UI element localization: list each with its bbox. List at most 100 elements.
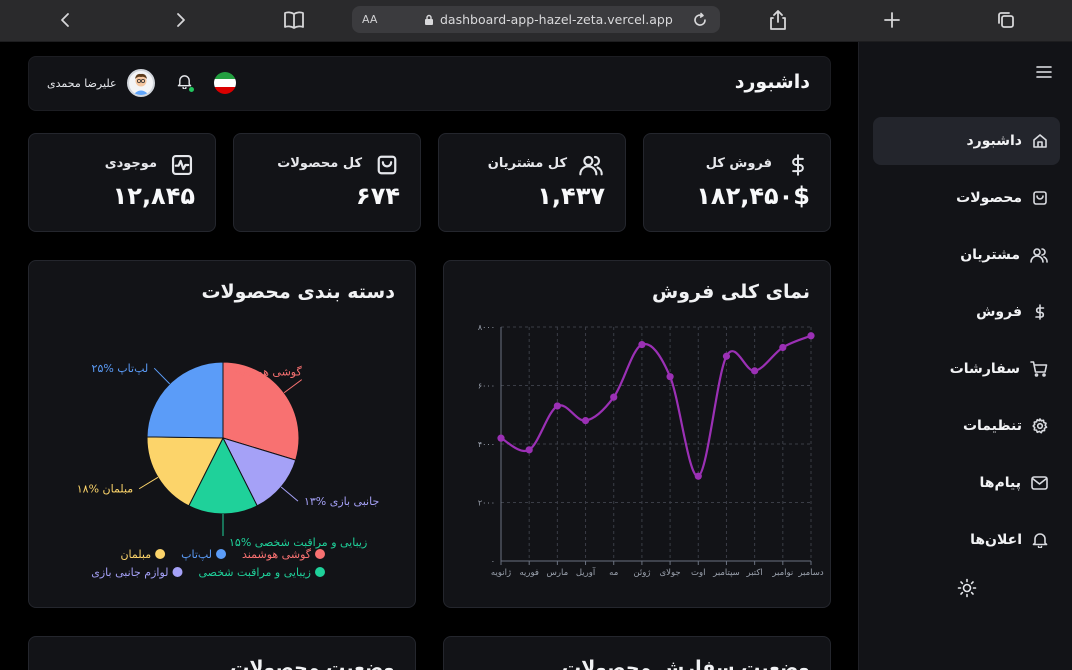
top-header: داشبورد علیرضا محمدی xyxy=(28,56,831,111)
stat-label: کل مشتریان xyxy=(487,156,567,171)
legend-swatch xyxy=(315,549,325,559)
data-point[interactable] xyxy=(666,373,674,381)
new-tab-button[interactable] xyxy=(878,8,906,32)
sidebar-item-settings[interactable]: تنظیمات xyxy=(873,402,1060,450)
legend-label[interactable]: گوشی هوشمند xyxy=(242,548,312,561)
reader-button[interactable] xyxy=(280,8,308,32)
stat-value: ۱,۴۳۷ xyxy=(537,182,605,210)
page-title: داشبورد xyxy=(734,71,810,93)
data-point[interactable] xyxy=(807,332,815,340)
data-point[interactable] xyxy=(610,393,618,401)
legend-swatch xyxy=(172,567,183,577)
x-tick-label: ژانویه xyxy=(491,568,511,578)
sales-overview-panel: نمای کلی فروش ۰ ۲۰۰۰ ۴۰۰۰ ۶۰۰۰ ۸۰۰۰ ژانویه فور… xyxy=(443,260,831,608)
data-point[interactable] xyxy=(722,352,731,360)
legend-label[interactable]: لپ‌تاپ xyxy=(181,548,212,561)
sidebar: داشبورد محصولات مشتریان فروش سفارشات تنظ… xyxy=(858,42,1072,670)
text-size-button[interactable]: AA xyxy=(362,13,390,26)
sidebar-item-customers[interactable]: مشتریان xyxy=(873,231,1060,279)
series-line xyxy=(500,334,812,478)
x-tick-label: مه xyxy=(609,568,618,578)
data-point[interactable] xyxy=(581,417,590,425)
address-bar[interactable]: AA dashboard-app-hazel-zeta.vercel.app xyxy=(352,6,720,33)
forward-button[interactable] xyxy=(166,8,194,32)
reload-icon[interactable] xyxy=(690,12,710,28)
legend-swatch xyxy=(216,549,227,559)
browser-toolbar: AA dashboard-app-hazel-zeta.vercel.app xyxy=(0,0,1072,42)
slice-label: جانبی بازی %۱۳ xyxy=(304,495,379,508)
sidebar-item-label: محصولات xyxy=(956,190,1022,206)
stat-value: ۱۲,۸۴۵ xyxy=(112,182,195,210)
back-button[interactable] xyxy=(52,8,80,32)
tabs-icon xyxy=(998,12,1014,28)
sidebar-item-notifications[interactable]: اعلان‌ها xyxy=(873,516,1060,564)
sidebar-item-label: داشبورد xyxy=(966,133,1023,149)
slice-label-leader xyxy=(153,367,171,385)
user-area: علیرضا محمدی xyxy=(47,69,236,97)
panel-title: وضعیت سفارش محصولات xyxy=(562,657,810,670)
sidebar-item-label: اعلان‌ها xyxy=(970,532,1022,548)
slice-label-leader xyxy=(280,486,299,502)
stat-value: ۱۸۲,۴۵۰$ xyxy=(696,182,810,210)
slice-label: لپ‌تاپ %۲۵ xyxy=(92,362,149,375)
x-tick-label: اکتبر xyxy=(746,568,763,578)
stat-card-inventory: موجودی ۱۲,۸۴۵ xyxy=(28,133,216,232)
dollar-icon xyxy=(1035,304,1045,320)
sidebar-item-label: تنظیمات xyxy=(962,418,1022,434)
users-icon xyxy=(1030,248,1048,263)
lock-icon xyxy=(422,14,436,26)
product-status-panel: وضعیت محصولات xyxy=(28,636,416,670)
home-icon xyxy=(1033,134,1047,148)
cart-icon xyxy=(1030,361,1048,377)
user-name[interactable]: علیرضا محمدی xyxy=(47,77,117,90)
data-point[interactable] xyxy=(638,340,646,349)
legend-swatch xyxy=(315,567,325,577)
bell-icon xyxy=(1032,533,1048,548)
avatar[interactable] xyxy=(126,69,155,97)
x-tick-label: اوت xyxy=(691,568,705,578)
sidebar-item-dashboard[interactable]: داشبورد xyxy=(873,117,1060,165)
chevron-right-icon xyxy=(177,13,185,27)
data-point[interactable] xyxy=(694,472,702,480)
notifications-button[interactable] xyxy=(177,74,194,93)
sun-icon xyxy=(957,578,977,598)
panel-title: وضعیت محصولات xyxy=(230,657,395,670)
stat-card-total-products: کل محصولات ۶۷۴ xyxy=(233,133,421,232)
sidebar-item-label: مشتریان xyxy=(960,247,1020,263)
language-flag-button[interactable] xyxy=(213,72,236,94)
y-tick-label: ۸۰۰۰ xyxy=(478,323,495,332)
stat-card-total-customers: کل مشتریان ۱,۴۳۷ xyxy=(438,133,626,232)
notification-dot xyxy=(188,86,194,92)
y-tick-label: ۲۰۰۰ xyxy=(478,499,495,508)
legend-label[interactable]: لوازم جانبی بازی xyxy=(91,566,168,579)
data-point[interactable] xyxy=(497,434,505,442)
plus-icon xyxy=(884,12,900,28)
legend-swatch xyxy=(155,549,166,559)
sidebar-item-messages[interactable]: پیام‌ها xyxy=(873,459,1060,507)
legend-label[interactable]: مبلمان xyxy=(120,548,151,561)
legend-label[interactable]: زیبایی و مراقبت شخصی xyxy=(199,566,312,579)
sidebar-item-sales[interactable]: فروش xyxy=(873,288,1060,336)
data-point[interactable] xyxy=(553,402,561,410)
tabs-button[interactable] xyxy=(992,8,1020,32)
sidebar-item-label: پیام‌ها xyxy=(979,475,1021,491)
data-point[interactable] xyxy=(525,446,533,454)
sidebar-item-orders[interactable]: سفارشات xyxy=(873,345,1060,393)
activity-icon xyxy=(171,154,193,180)
data-point[interactable] xyxy=(751,367,759,375)
share-button[interactable] xyxy=(764,8,792,32)
x-tick-label: ژوئن xyxy=(633,568,650,578)
menu-toggle-button[interactable] xyxy=(1036,64,1052,83)
sidebar-item-label: فروش xyxy=(976,304,1022,320)
stat-label: کل محصولات xyxy=(277,156,362,171)
pie-slice[interactable] xyxy=(146,361,224,439)
data-point[interactable] xyxy=(779,343,787,352)
theme-toggle-button[interactable] xyxy=(957,578,977,602)
book-icon xyxy=(284,11,304,29)
stat-label: فروش کل xyxy=(705,156,772,171)
x-tick-label: نوامبر xyxy=(771,568,793,578)
sidebar-item-products[interactable]: محصولات xyxy=(873,174,1060,222)
x-tick-label: مارس xyxy=(547,568,569,578)
chevron-left-icon xyxy=(61,13,69,27)
stat-value: ۶۷۴ xyxy=(356,182,400,210)
